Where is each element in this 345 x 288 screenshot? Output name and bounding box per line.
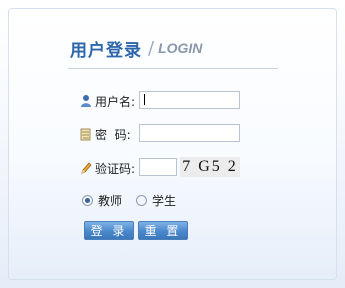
pencil-icon	[80, 161, 92, 175]
title-divider	[68, 68, 278, 69]
page-title: 用户登录 / LOGIN	[70, 36, 203, 61]
role-option-student[interactable]: 学生	[136, 192, 176, 209]
radio-teacher[interactable]	[82, 195, 93, 206]
username-input[interactable]	[139, 91, 240, 109]
role-label-teacher: 教师	[98, 194, 123, 208]
username-row: 用户名:	[80, 90, 137, 112]
user-icon	[80, 94, 92, 108]
role-selector: 教师 学生	[82, 192, 190, 209]
username-label: 用户名:	[95, 94, 136, 109]
captcha-input[interactable]	[139, 158, 177, 176]
captcha-label: 验证码:	[95, 161, 136, 176]
key-icon	[80, 127, 92, 141]
password-label: 密 码:	[95, 127, 131, 142]
password-input[interactable]	[139, 124, 240, 142]
role-label-student: 学生	[152, 194, 177, 208]
password-row: 密 码:	[80, 123, 137, 145]
login-button[interactable]: 登 录	[84, 221, 134, 240]
title-separator: /	[148, 37, 155, 59]
title-english: LOGIN	[158, 40, 203, 56]
radio-student[interactable]	[136, 195, 148, 206]
reset-button[interactable]: 重 置	[138, 221, 188, 240]
title-chinese: 用户登录	[70, 40, 142, 61]
captcha-row: 验证码:	[80, 157, 137, 179]
captcha-image[interactable]: 7 G5 2	[180, 157, 240, 177]
role-option-teacher[interactable]: 教师	[82, 192, 122, 209]
